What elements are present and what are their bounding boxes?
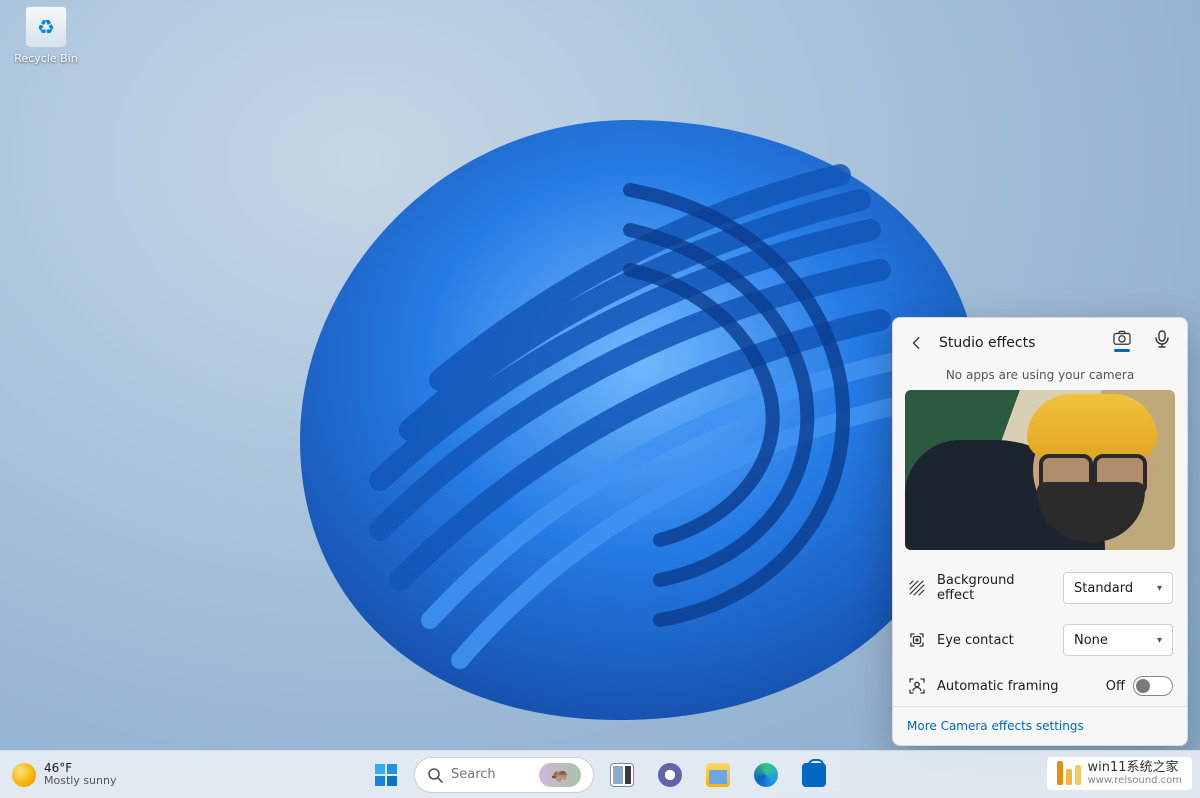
- eye-contact-icon: [907, 631, 927, 649]
- search-icon: [427, 767, 443, 783]
- store-icon: [802, 763, 826, 787]
- windows-logo-icon: [375, 764, 397, 786]
- watermark-logo: [1057, 761, 1081, 785]
- chevron-down-icon: ▾: [1157, 583, 1162, 594]
- background-effect-icon: [907, 579, 927, 597]
- setting-automatic-framing: Automatic framing Off: [893, 666, 1187, 706]
- arrow-left-icon: [910, 336, 924, 350]
- file-explorer-icon: [706, 763, 730, 787]
- setting-background-effect: Background effect Standard ▾: [893, 562, 1187, 614]
- edge-button[interactable]: [746, 755, 786, 795]
- background-effect-dropdown[interactable]: Standard ▾: [1063, 572, 1173, 604]
- taskbar: 46°F Mostly sunny 🦛: [0, 750, 1200, 798]
- watermark-line1: win11系统之家: [1087, 761, 1182, 775]
- tab-microphone[interactable]: [1151, 330, 1173, 356]
- studio-effects-flyout: Studio effects No apps are using your ca…: [892, 317, 1188, 746]
- recycle-bin[interactable]: ♻ Recycle Bin: [8, 6, 84, 65]
- chat-button[interactable]: [650, 755, 690, 795]
- weather-widget[interactable]: 46°F Mostly sunny: [12, 751, 116, 798]
- weather-condition: Mostly sunny: [44, 775, 116, 787]
- tab-camera[interactable]: [1111, 330, 1133, 356]
- recycle-bin-icon: ♻: [25, 6, 67, 48]
- task-view-button[interactable]: [602, 755, 642, 795]
- search-input[interactable]: [451, 767, 531, 782]
- flyout-title: Studio effects: [939, 335, 1099, 351]
- automatic-framing-label: Automatic framing: [937, 679, 1096, 694]
- recycle-bin-label: Recycle Bin: [8, 52, 84, 65]
- setting-eye-contact: Eye contact None ▾: [893, 614, 1187, 666]
- more-camera-settings-link[interactable]: More Camera effects settings: [893, 706, 1187, 745]
- back-button[interactable]: [907, 333, 927, 353]
- watermark-line2: www.relsound.com: [1087, 775, 1182, 786]
- edge-icon: [754, 763, 778, 787]
- camera-icon: [1113, 330, 1131, 346]
- weather-sunny-icon: [12, 763, 36, 787]
- chat-icon: [658, 763, 682, 787]
- file-explorer-button[interactable]: [698, 755, 738, 795]
- start-button[interactable]: [366, 755, 406, 795]
- camera-status-text: No apps are using your camera: [893, 366, 1187, 390]
- store-button[interactable]: [794, 755, 834, 795]
- automatic-framing-icon: [907, 677, 927, 695]
- camera-preview: [905, 390, 1175, 550]
- eye-contact-dropdown[interactable]: None ▾: [1063, 624, 1173, 656]
- taskbar-search[interactable]: 🦛: [414, 757, 594, 793]
- eye-contact-label: Eye contact: [937, 633, 1053, 648]
- background-effect-label: Background effect: [937, 573, 1053, 603]
- search-highlight-icon: 🦛: [539, 763, 581, 787]
- task-view-icon: [610, 763, 634, 787]
- automatic-framing-toggle[interactable]: [1133, 676, 1173, 696]
- automatic-framing-state: Off: [1106, 679, 1125, 694]
- microphone-icon: [1155, 330, 1169, 348]
- chevron-down-icon: ▾: [1157, 635, 1162, 646]
- watermark: win11系统之家 www.relsound.com: [1047, 757, 1192, 790]
